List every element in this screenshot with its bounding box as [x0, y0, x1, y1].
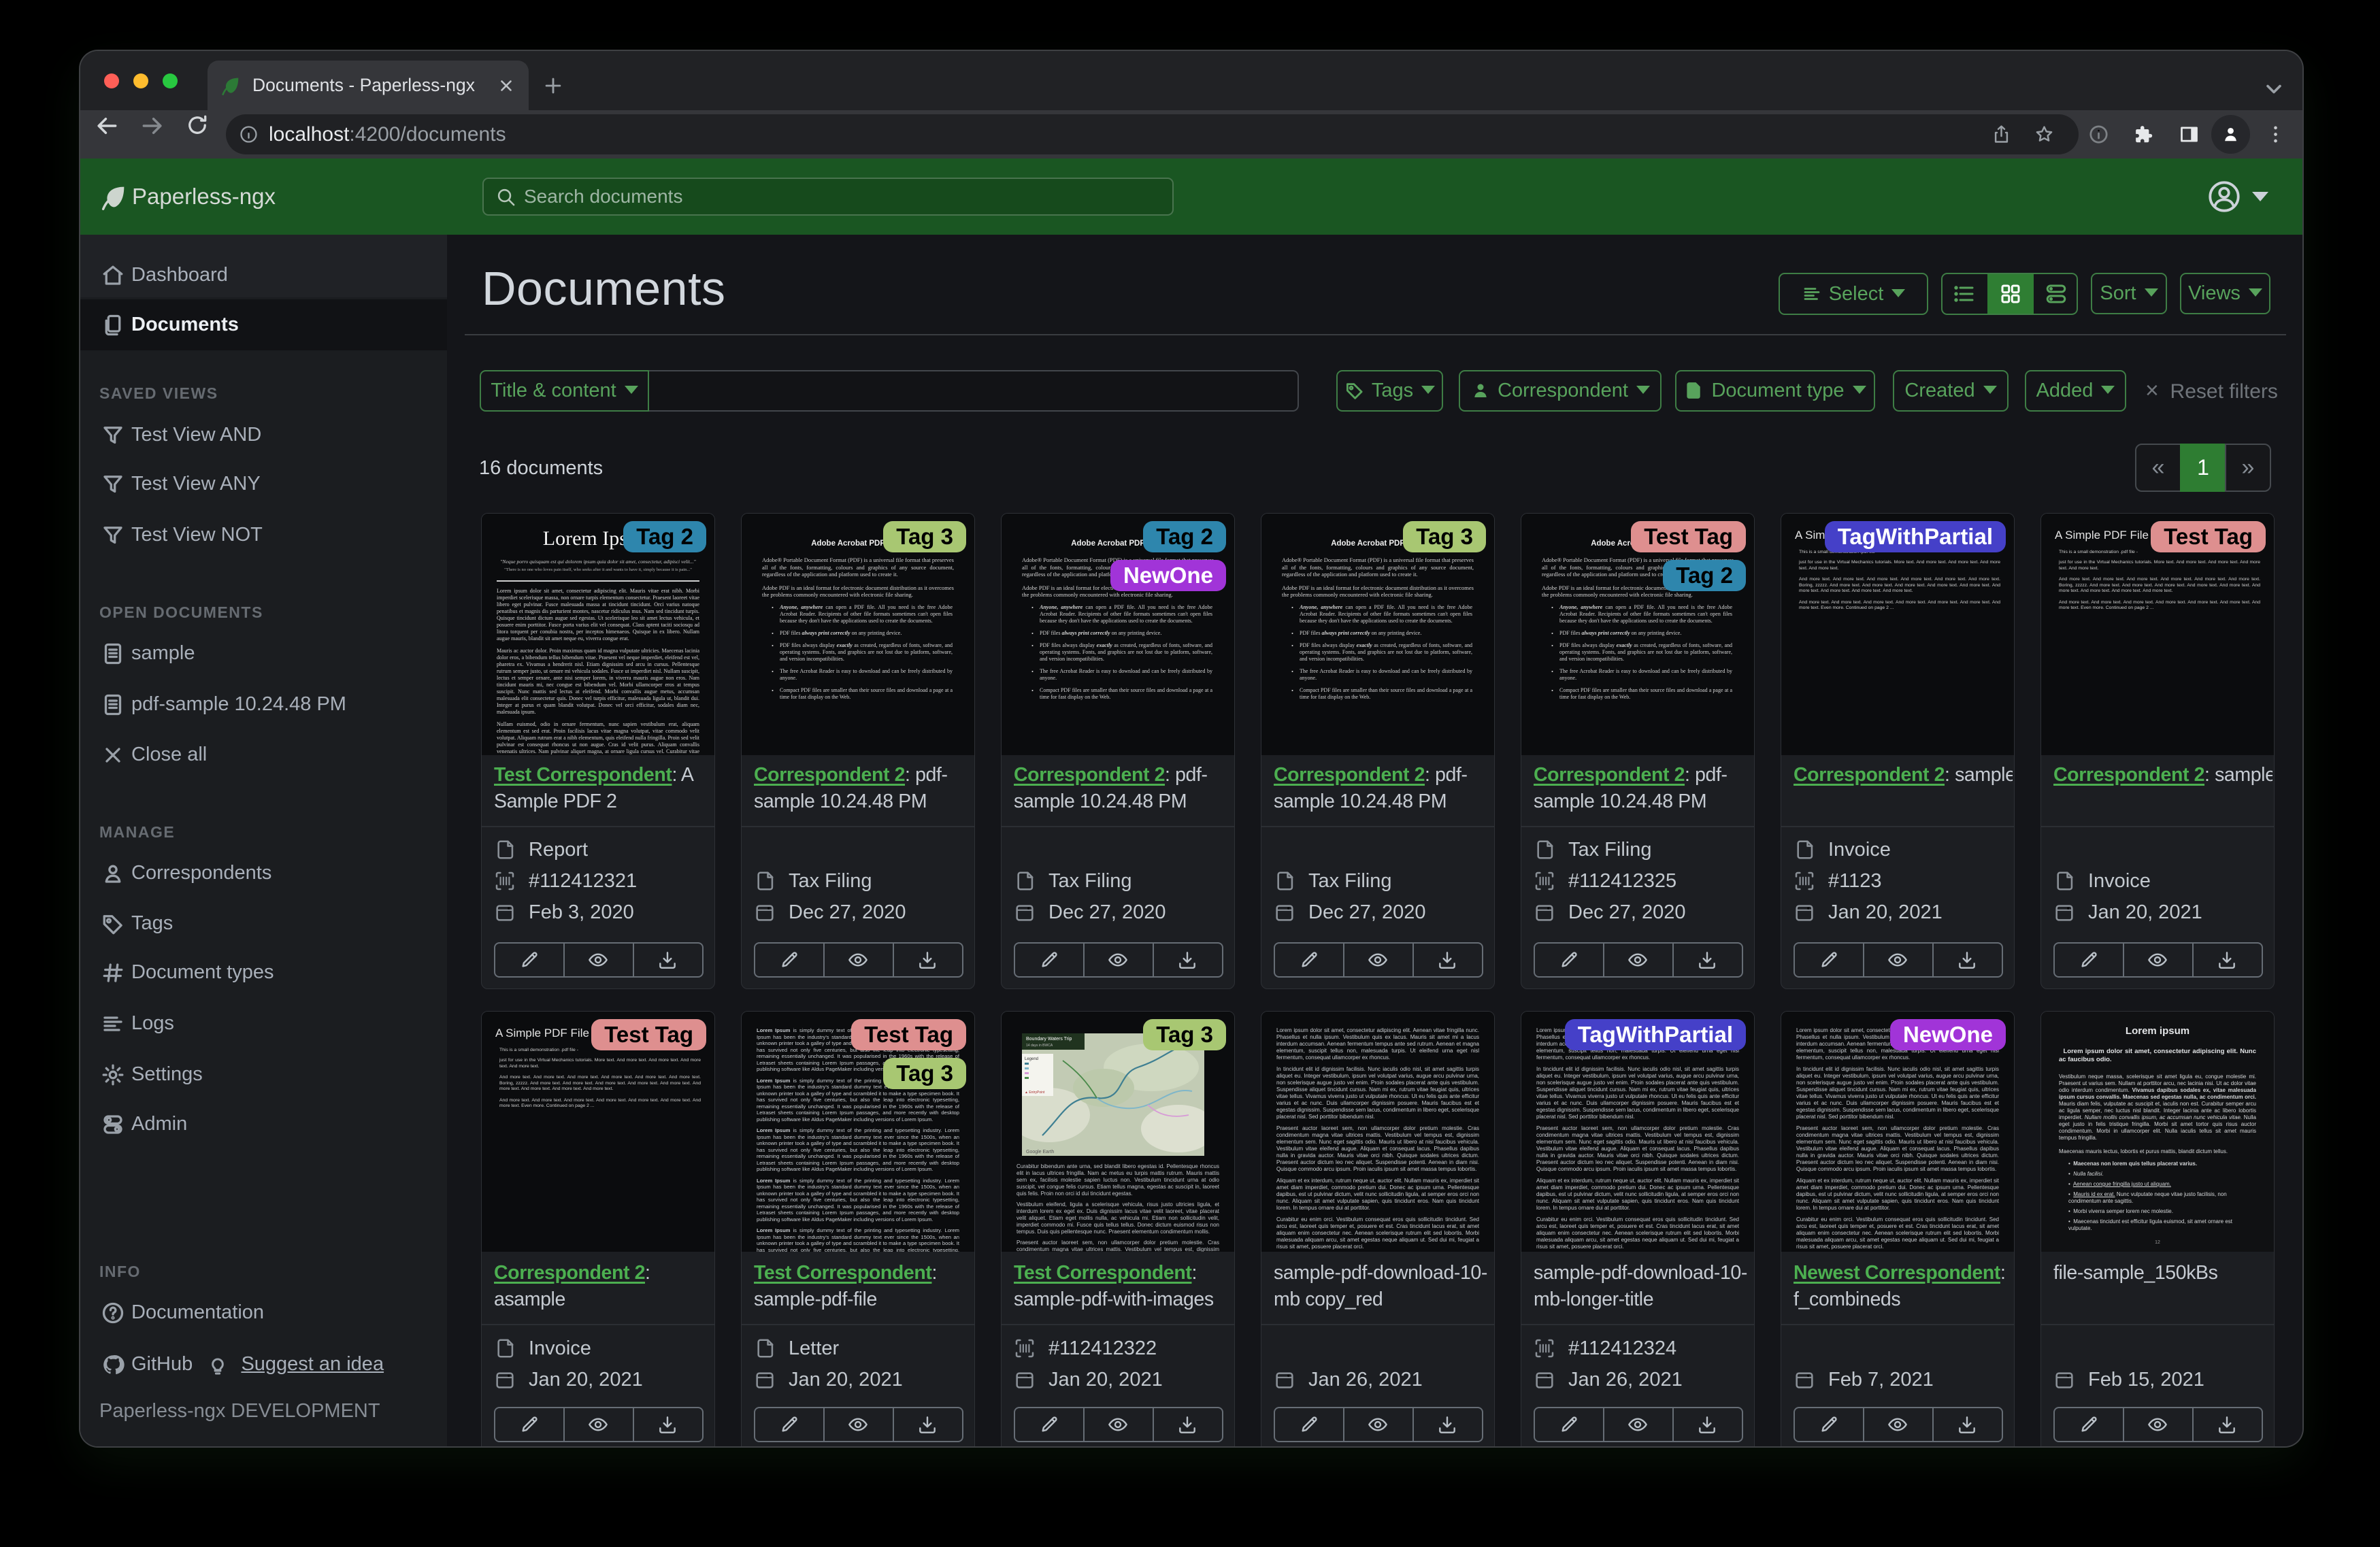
- svg-text:Google Earth: Google Earth: [1026, 1150, 1054, 1154]
- svg-text:Legend: Legend: [1025, 1057, 1038, 1061]
- svg-text:Boundary Waters Trip: Boundary Waters Trip: [1026, 1037, 1072, 1042]
- svg-text:14 days in BWCA: 14 days in BWCA: [1026, 1044, 1053, 1048]
- svg-text:▲ EntryPoint: ▲ EntryPoint: [1025, 1091, 1045, 1095]
